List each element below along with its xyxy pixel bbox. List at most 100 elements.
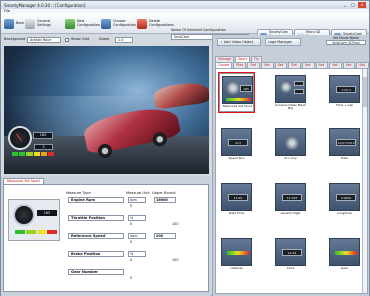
settings-icon bbox=[25, 19, 35, 29]
zoom-select[interactable]: 1.0 bbox=[115, 37, 133, 43]
main-window: SmartyManager 4.0.30 :: [Configuration] … bbox=[0, 0, 370, 296]
gallery-tile[interactable]: Gear bbox=[327, 236, 362, 275]
measure-unit-select[interactable]: mph bbox=[128, 233, 146, 239]
header-measure-type: Measure Type bbox=[66, 191, 91, 195]
tile-thumbnail: 0.0000 bbox=[329, 183, 360, 211]
delete-configurations-button[interactable]: Delete Configurations bbox=[137, 16, 174, 32]
add-video-object-button[interactable]: + Add Video Object bbox=[217, 38, 261, 46]
gallery-tile[interactable]: 12.345 Generic Digit bbox=[273, 181, 308, 220]
video-preview[interactable]: 165 3 bbox=[4, 46, 209, 174]
tile-thumbnail: 1:23.4 bbox=[329, 75, 360, 103]
upper-value: 100 bbox=[172, 258, 179, 262]
speed-readout: 165 bbox=[33, 132, 53, 139]
background-label: Background bbox=[4, 37, 26, 41]
new-configuration-button[interactable]: New Configuration bbox=[65, 16, 100, 32]
minimize-icon[interactable]: _ bbox=[341, 2, 349, 8]
logo-manager-button[interactable]: Logo Manager bbox=[265, 38, 301, 46]
lower-value: 0 bbox=[130, 276, 133, 280]
lower-value: 0 bbox=[130, 204, 133, 208]
gallery-tile[interactable]: Acc only bbox=[273, 126, 308, 165]
zoom-label: Zoom bbox=[99, 37, 110, 41]
upper-bound-select[interactable]: 200 bbox=[154, 233, 176, 239]
gallery-scrollbar[interactable] bbox=[362, 69, 367, 293]
gallery-tile[interactable]: 213 Speed Box bbox=[219, 126, 254, 165]
measure-unit-select[interactable]: % bbox=[128, 215, 146, 221]
header-measure-unit: Measure Unit bbox=[126, 191, 150, 195]
gallery-tile[interactable]: Accelerometer Black Big bbox=[273, 73, 308, 112]
rpm-dial bbox=[8, 126, 32, 150]
measure-row: Throttle Position % 0 100 bbox=[68, 215, 208, 226]
measure-type-select[interactable]: Throttle Position bbox=[68, 215, 124, 221]
choose-configuration-button[interactable]: Choose Configuration bbox=[101, 16, 137, 32]
tile-thumbnail bbox=[275, 75, 306, 103]
object-gallery-panel: + Add Video Object Logo Manager Set Movi… bbox=[212, 35, 369, 296]
gallery-tile[interactable]: 12/07/2010 Date bbox=[327, 126, 362, 165]
tile-thumbnail: 12:34 bbox=[275, 238, 306, 266]
gallery-tile[interactable]: 12:34 Time bbox=[273, 236, 308, 275]
tile-thumbnail: 165 bbox=[222, 76, 253, 104]
app-title: SmartyManager 4.0.30 :: [Configuration] bbox=[4, 2, 86, 8]
maximize-icon[interactable]: □ bbox=[349, 2, 357, 8]
back-arrow-icon bbox=[4, 19, 14, 29]
delete-icon bbox=[137, 19, 147, 29]
gauge-icon bbox=[226, 81, 240, 95]
set-movie-name: Set Movie Name SmkCam_SCP.avi bbox=[326, 36, 366, 45]
gear-bar bbox=[335, 251, 357, 255]
measure-row: Reference Speed mph 200 0 bbox=[68, 233, 208, 244]
gallery-tile[interactable]: 0.0000 Longitude bbox=[327, 181, 362, 220]
movie-name-field[interactable]: SmkCam_SCP.avi bbox=[326, 40, 366, 45]
measure-row: Brake Position % 0 100 bbox=[68, 251, 208, 262]
tile-thumbnail bbox=[221, 238, 252, 266]
measure-editor: Measures Set Sport 165 Measure Type Meas… bbox=[1, 176, 211, 296]
measures-gauge-overlay[interactable]: 165 3 bbox=[8, 126, 55, 162]
measure-row: Engine Rpm rpm 16000 0 bbox=[68, 197, 208, 208]
tile-thumbnail: 12/07/2010 bbox=[329, 128, 360, 156]
tile-thumbnail bbox=[275, 128, 306, 156]
measure-editor-panel: 165 Measure Type Measure Unit Upper Boun… bbox=[3, 184, 209, 292]
lower-value: 0 bbox=[130, 222, 133, 226]
back-button[interactable]: Back bbox=[4, 16, 24, 32]
gallery-tile[interactable]: 15:20 Date Time bbox=[219, 181, 254, 220]
new-icon bbox=[65, 19, 75, 29]
measure-type-select[interactable]: Brake Position bbox=[68, 251, 124, 257]
measure-type-select[interactable]: Reference Speed bbox=[68, 233, 124, 239]
tile-thumbnail: 15:20 bbox=[221, 183, 252, 211]
background-select[interactable]: Artistic Race bbox=[27, 37, 61, 43]
accelerometer-icon bbox=[280, 81, 292, 93]
upper-bound-select[interactable]: 16000 bbox=[154, 197, 176, 203]
measure-unit-select[interactable]: % bbox=[128, 251, 146, 257]
measure-preview: 165 bbox=[8, 199, 60, 241]
preview-bars bbox=[15, 230, 57, 234]
menu-file[interactable]: File bbox=[4, 9, 10, 13]
upper-value: 100 bbox=[172, 222, 179, 226]
configuration-name-label: Name Of Selected Configuration bbox=[171, 28, 226, 32]
close-icon[interactable]: × bbox=[358, 2, 366, 8]
options-bar: Background Artistic Race Show Grid Zoom … bbox=[1, 35, 211, 45]
toolbar: Back General Settings New Configuration … bbox=[1, 14, 369, 44]
tile-thumbnail: 213 bbox=[221, 128, 252, 156]
preview-dial bbox=[13, 204, 35, 226]
gear-readout: 3 bbox=[34, 144, 53, 150]
measure-unit-select[interactable]: rpm bbox=[128, 197, 146, 203]
add-icon: + bbox=[220, 40, 223, 44]
gallery-tile[interactable]: 1:23.4 Time + Lap bbox=[327, 73, 362, 112]
tile-thumbnail bbox=[329, 238, 360, 266]
latitude-bar bbox=[227, 251, 249, 255]
scrollbar-thumb[interactable] bbox=[363, 77, 367, 107]
acceleration-disc-icon bbox=[285, 136, 299, 150]
lower-value: 0 bbox=[130, 258, 133, 262]
tile-thumbnail: 12.345 bbox=[275, 183, 306, 211]
throttle-brake-bars bbox=[12, 152, 55, 156]
preview-readout: 165 bbox=[37, 210, 57, 216]
general-settings-button[interactable]: General Settings bbox=[25, 16, 57, 32]
lower-value: 0 bbox=[130, 240, 133, 244]
measure-type-select[interactable]: Engine Rpm bbox=[68, 197, 124, 203]
object-gallery: 165 Measures Set Sport Accelerometer Bla… bbox=[215, 68, 368, 294]
show-grid-checkbox[interactable] bbox=[65, 38, 69, 42]
measure-type-select[interactable]: Gear Number bbox=[68, 269, 124, 275]
show-grid-label: Show Grid bbox=[71, 37, 90, 41]
gallery-tile[interactable]: Latitude bbox=[219, 236, 254, 275]
gallery-tile[interactable]: 165 Measures Set Sport bbox=[218, 72, 255, 113]
title-bar: SmartyManager 4.0.30 :: [Configuration] … bbox=[1, 1, 369, 9]
header-upper-bound: Upper Bound bbox=[152, 191, 176, 195]
